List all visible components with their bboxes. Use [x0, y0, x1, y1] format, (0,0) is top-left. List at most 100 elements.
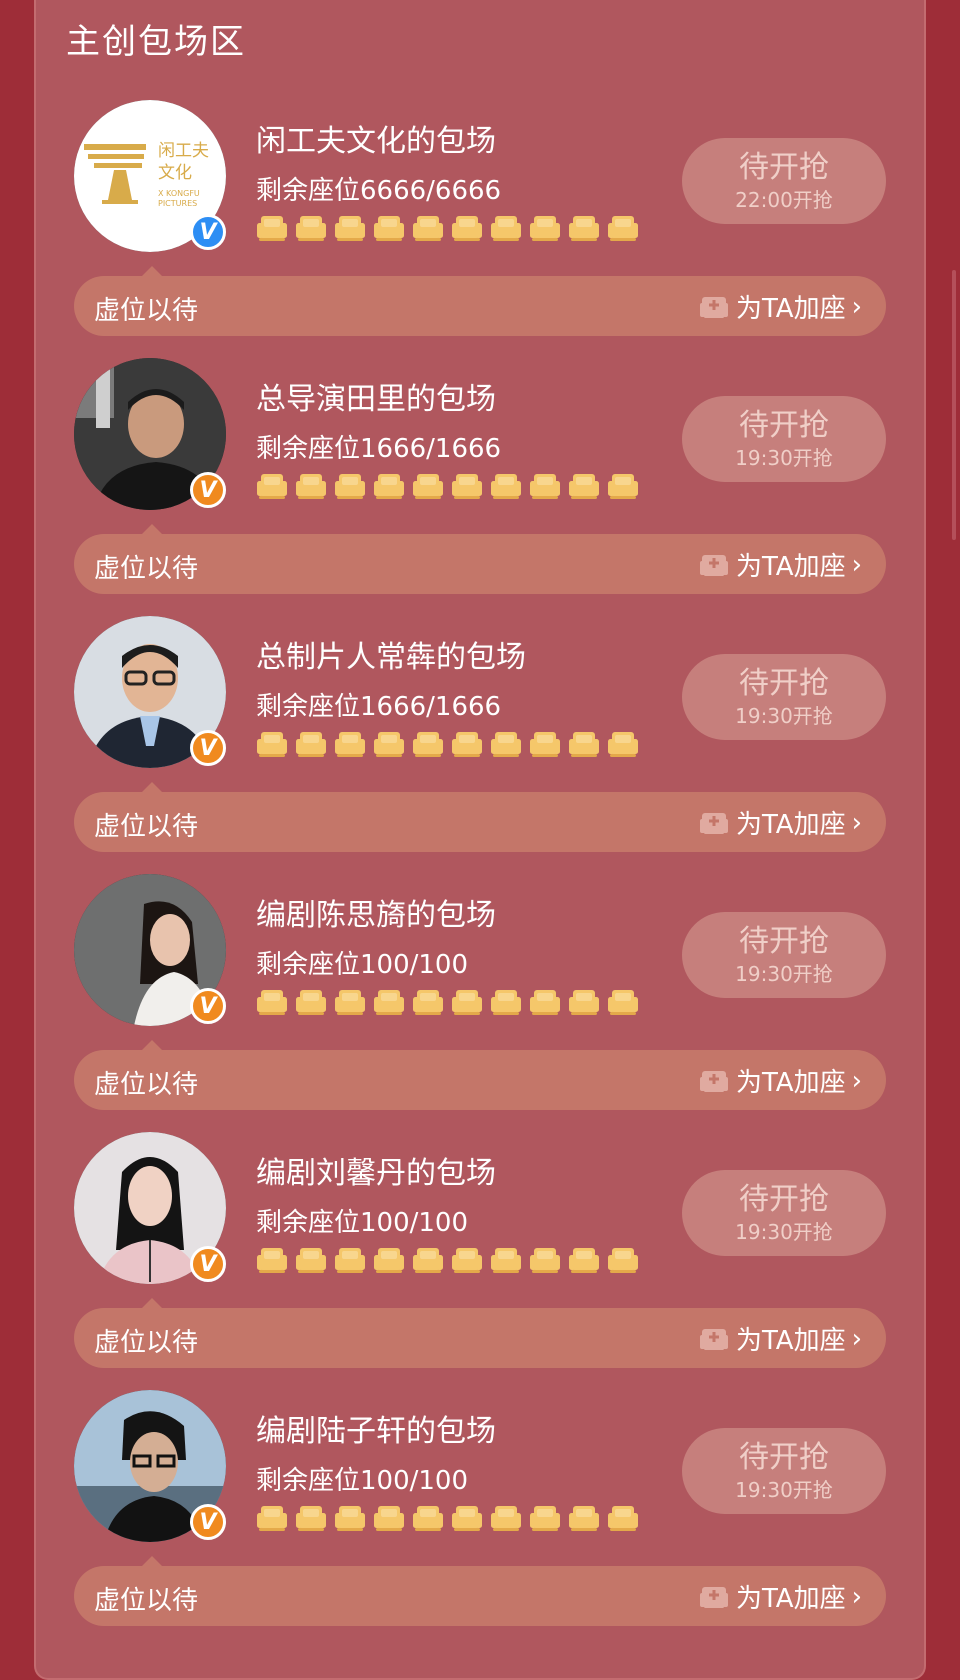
seat-icon [569, 1506, 599, 1531]
seat-icon [452, 990, 482, 1015]
remaining-seats: 剩余座位100/100 [256, 950, 469, 980]
booking-title[interactable]: 总导演田里的包场 [256, 374, 496, 418]
booking-item[interactable]: V 编剧刘馨丹的包场 剩余座位100/100 待开抢 19:30开抢 虚位以待 … [0, 1032, 960, 1368]
grab-button[interactable]: 待开抢 19:30开抢 [682, 912, 886, 998]
seat-icon [335, 1248, 365, 1273]
booking-title[interactable]: 编剧陆子轩的包场 [256, 1406, 496, 1450]
seat-icon [335, 474, 365, 499]
seat-icon [296, 990, 326, 1015]
booking-item[interactable]: 闲工夫 文化 X KONGFU PICTURES V 闲工夫文化的包场 剩余座位… [0, 0, 960, 336]
verified-badge-icon: V [190, 472, 226, 508]
grab-time: 19:30开抢 [735, 1478, 833, 1502]
verified-badge-icon: V [190, 1246, 226, 1282]
grab-time: 19:30开抢 [735, 704, 833, 728]
seat-icon [452, 732, 482, 757]
seat-icon [608, 732, 638, 757]
seat-row [256, 986, 639, 1018]
seat-icon [413, 990, 443, 1015]
seat-icon [257, 732, 287, 757]
seat-row [256, 1502, 639, 1534]
seat-icon [296, 474, 326, 499]
seat-row [256, 1244, 639, 1276]
verified-badge-icon: V [190, 214, 226, 250]
booking-title[interactable]: 总制片人常犇的包场 [256, 632, 526, 676]
seat-icon [491, 990, 521, 1015]
seat-row [256, 470, 639, 502]
seat-icon [452, 216, 482, 241]
seat-icon [413, 1248, 443, 1273]
grab-time: 19:30开抢 [735, 962, 833, 986]
seat-icon [569, 990, 599, 1015]
grab-button[interactable]: 待开抢 19:30开抢 [682, 396, 886, 482]
seat-icon [257, 1248, 287, 1273]
seat-icon [452, 474, 482, 499]
booking-title[interactable]: 编剧刘馨丹的包场 [256, 1148, 496, 1192]
grab-button[interactable]: 待开抢 19:30开抢 [682, 1428, 886, 1514]
seat-icon [335, 732, 365, 757]
seat-icon [530, 216, 560, 241]
add-seat-button[interactable]: 为TA加座 › [698, 1578, 862, 1615]
grab-button-label: 待开抢 [739, 924, 829, 959]
grab-time: 19:30开抢 [735, 446, 833, 470]
seat-icon [296, 1506, 326, 1531]
booking-item[interactable]: V 编剧陆子轩的包场 剩余座位100/100 待开抢 19:30开抢 虚位以待 … [0, 1290, 960, 1626]
grab-button-label: 待开抢 [739, 1182, 829, 1217]
seat-icon [374, 216, 404, 241]
seat-icon [530, 474, 560, 499]
seat-icon [491, 732, 521, 757]
seat-icon [608, 216, 638, 241]
svg-text:文化: 文化 [158, 163, 192, 183]
grab-button-label: 待开抢 [739, 408, 829, 443]
seat-icon [374, 1248, 404, 1273]
vacancy-text: 虚位以待 [94, 1586, 199, 1616]
seat-icon [530, 990, 560, 1015]
seat-icon [257, 990, 287, 1015]
grab-button[interactable]: 待开抢 19:30开抢 [682, 1170, 886, 1256]
seat-icon [530, 1506, 560, 1531]
add-seat-label: 为TA加座 [735, 1584, 846, 1614]
seat-icon [335, 216, 365, 241]
vacancy-bar[interactable]: 虚位以待 为TA加座 › [74, 1566, 886, 1626]
remaining-seats: 剩余座位1666/1666 [256, 692, 502, 722]
seat-icon [413, 1506, 443, 1531]
booking-item[interactable]: V 编剧陈思旖的包场 剩余座位100/100 待开抢 19:30开抢 虚位以待 … [0, 774, 960, 1110]
seat-row [256, 212, 639, 244]
seat-icon [335, 990, 365, 1015]
grab-button[interactable]: 待开抢 22:00开抢 [682, 138, 886, 224]
seat-icon [413, 474, 443, 499]
seat-row [256, 728, 639, 760]
remaining-seats: 剩余座位100/100 [256, 1466, 469, 1496]
seat-icon [608, 990, 638, 1015]
seat-icon [413, 216, 443, 241]
seat-icon [608, 1506, 638, 1531]
verified-badge-icon: V [190, 1504, 226, 1540]
seat-icon [374, 1506, 404, 1531]
booking-title[interactable]: 编剧陈思旖的包场 [256, 890, 496, 934]
grab-button-label: 待开抢 [739, 666, 829, 701]
seat-icon [374, 990, 404, 1015]
logo-cn-text: 闲工夫 [158, 141, 209, 161]
seat-icon [530, 732, 560, 757]
seat-icon [491, 1506, 521, 1531]
add-seat-icon [699, 1586, 728, 1608]
seat-icon [569, 474, 599, 499]
booking-title[interactable]: 闲工夫文化的包场 [256, 116, 496, 160]
seat-icon [296, 1248, 326, 1273]
seat-icon [374, 732, 404, 757]
seat-icon [257, 216, 287, 241]
grab-time: 22:00开抢 [735, 188, 833, 212]
remaining-seats: 剩余座位1666/1666 [256, 434, 502, 464]
bar-pointer [142, 1556, 162, 1566]
svg-text:X KONGFU: X KONGFU [158, 189, 200, 198]
seat-icon [335, 1506, 365, 1531]
remaining-seats: 剩余座位100/100 [256, 1208, 469, 1238]
grab-button[interactable]: 待开抢 19:30开抢 [682, 654, 886, 740]
booking-item[interactable]: V 总制片人常犇的包场 剩余座位1666/1666 待开抢 19:30开抢 虚位… [0, 516, 960, 852]
seat-icon [413, 732, 443, 757]
seat-icon [569, 1248, 599, 1273]
verified-badge-icon: V [190, 988, 226, 1024]
seat-icon [530, 1248, 560, 1273]
seat-icon [491, 216, 521, 241]
seat-icon [491, 1248, 521, 1273]
booking-item[interactable]: V 总导演田里的包场 剩余座位1666/1666 待开抢 19:30开抢 虚位以… [0, 258, 960, 594]
